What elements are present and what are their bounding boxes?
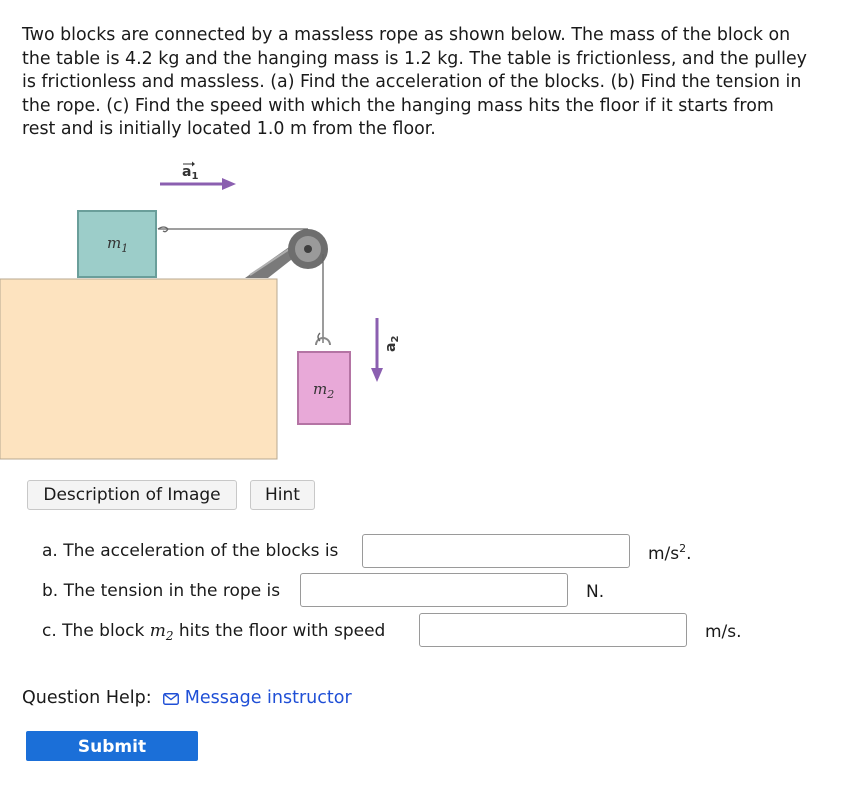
envelope-icon	[163, 690, 180, 710]
question-a-label: a. The acceleration of the blocks is	[42, 541, 339, 561]
problem-statement: Two blocks are connected by a massless r…	[22, 25, 807, 139]
question-help: Question Help: Message instructor	[22, 688, 352, 710]
label-a1: a1	[182, 164, 198, 182]
hint-button[interactable]: Hint	[250, 480, 315, 510]
question-c-label: c. The block m2 hits the floor with spee…	[42, 621, 386, 643]
question-help-label: Question Help:	[22, 688, 152, 708]
message-instructor-link[interactable]: Message instructor	[185, 688, 352, 708]
answer-a-input[interactable]	[362, 534, 630, 568]
description-of-image-button[interactable]: Description of Image	[27, 480, 237, 510]
question-b-unit: N.	[586, 582, 605, 602]
var-m2: m2	[149, 621, 174, 643]
question-b-label: b. The tension in the rope is	[42, 581, 281, 601]
physics-figure: m1 m2 a1 a2	[0, 161, 401, 460]
label-a2: a2	[383, 336, 401, 352]
question-a-unit: m/s2.	[648, 542, 692, 564]
answer-b-input[interactable]	[300, 573, 568, 607]
table	[0, 278, 278, 460]
answer-c-input[interactable]	[419, 613, 687, 647]
question-c-unit: m/s.	[705, 622, 742, 642]
submit-question-button[interactable]: Submit Question	[26, 731, 198, 787]
